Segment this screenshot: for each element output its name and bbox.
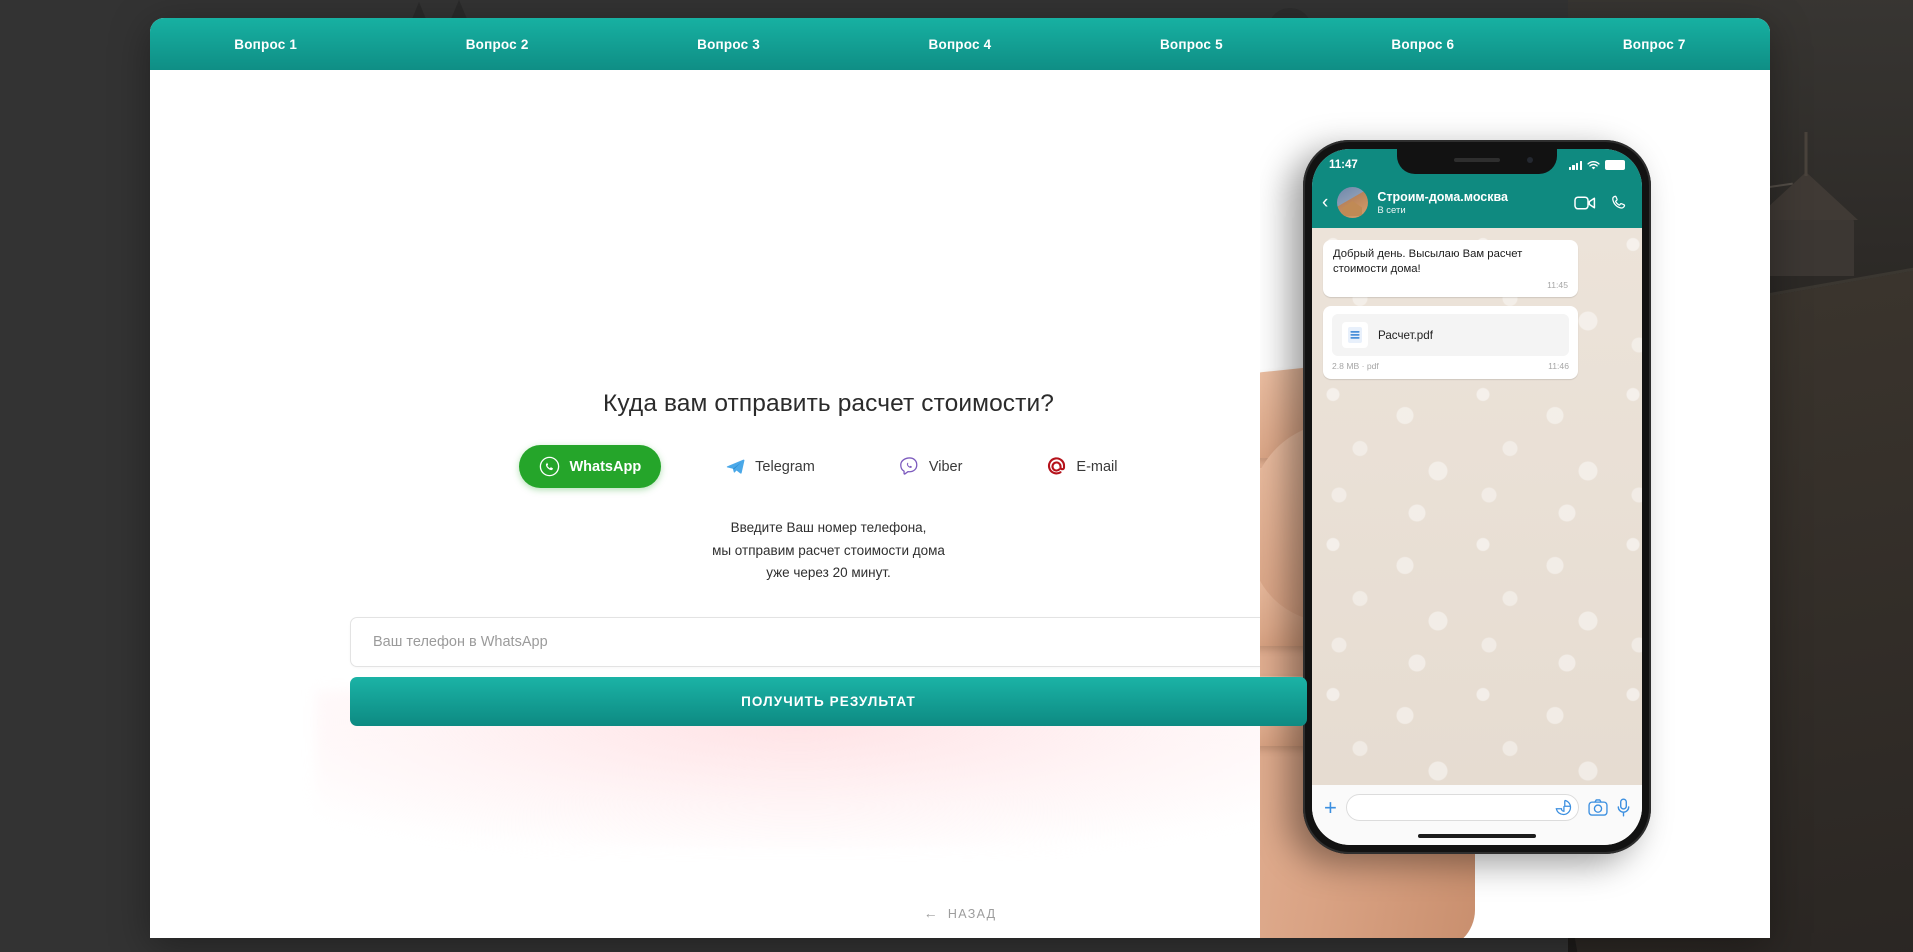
chat-contact-status: В сети: [1377, 204, 1406, 216]
phone-screen: 11:47 ‹ Строим-дома.москва В сети Добрый…: [1312, 149, 1642, 845]
messenger-label-telegram: Telegram: [755, 458, 815, 475]
phone-notch: [1397, 149, 1557, 174]
chat-message-text: Добрый день. Высылаю Вам расчет стоимост…: [1323, 240, 1578, 298]
messenger-label-whatsapp: WhatsApp: [569, 458, 642, 475]
battery-icon: [1605, 160, 1625, 170]
quiz-step-tab-7[interactable]: Вопрос 7: [1539, 37, 1770, 52]
form-helper-text: Введите Ваш номер телефона, мы отправим …: [350, 517, 1307, 585]
contact-form: Куда вам отправить расчет стоимости? Wha…: [350, 70, 1307, 727]
microphone-icon[interactable]: [1617, 798, 1630, 817]
earpiece-speaker: [1454, 158, 1500, 162]
messenger-option-viber[interactable]: Viber: [879, 445, 983, 488]
quiz-step-tab-1[interactable]: Вопрос 1: [150, 37, 381, 52]
turret-decoration: [1758, 218, 1854, 276]
email-icon: [1046, 456, 1067, 477]
form-helper-line-3: уже через 20 минут.: [766, 565, 891, 581]
quiz-step-tab-6[interactable]: Вопрос 6: [1307, 37, 1538, 52]
quiz-step-tab-4[interactable]: Вопрос 4: [844, 37, 1075, 52]
form-helper-line-1: Введите Ваш номер телефона,: [730, 520, 927, 535]
phone-mockup: 11:47 ‹ Строим-дома.москва В сети Добрый…: [1260, 70, 1770, 938]
chat-message-time: 11:46: [1548, 361, 1569, 372]
phone-input[interactable]: [350, 617, 1307, 668]
back-button-label: НАЗАД: [947, 907, 997, 921]
chat-contact-name: Строим-дома.москва: [1377, 189, 1508, 204]
messenger-selector: WhatsApp Telegram Viber E-mail: [350, 445, 1307, 488]
chat-actions: [1574, 194, 1628, 212]
status-bar-clock: 11:47: [1329, 159, 1358, 171]
avatar[interactable]: [1337, 187, 1369, 218]
messenger-label-email: E-mail: [1076, 458, 1118, 475]
chat-message-file[interactable]: Расчет.pdf 2.8 MB · pdf 11:46: [1323, 306, 1578, 380]
pdf-document-icon: [1342, 322, 1368, 349]
telegram-icon: [725, 456, 746, 477]
chevron-left-icon[interactable]: ‹: [1322, 193, 1328, 212]
messenger-option-whatsapp[interactable]: WhatsApp: [519, 445, 662, 488]
quiz-step-tab-5[interactable]: Вопрос 5: [1076, 37, 1307, 52]
whatsapp-icon: [539, 456, 560, 477]
chat-messages: Добрый день. Высылаю Вам расчет стоимост…: [1312, 228, 1642, 785]
signal-icon: [1568, 160, 1582, 170]
file-attachment[interactable]: Расчет.pdf: [1332, 314, 1569, 357]
plus-icon[interactable]: +: [1324, 796, 1337, 819]
quiz-step-tab-2[interactable]: Вопрос 2: [381, 37, 612, 52]
front-camera-icon: [1527, 157, 1533, 163]
file-size: 2.8 MB · pdf: [1332, 361, 1379, 372]
camera-icon[interactable]: [1588, 799, 1608, 816]
file-name: Расчет.pdf: [1378, 328, 1433, 342]
file-meta-row: 2.8 MB · pdf 11:46: [1332, 361, 1569, 373]
messenger-label-viber: Viber: [928, 458, 963, 475]
status-bar-indicators: [1568, 160, 1625, 171]
quiz-progress-header: Вопрос 1 Вопрос 2 Вопрос 3 Вопрос 4 Вопр…: [150, 18, 1770, 70]
sticker-icon[interactable]: [1555, 799, 1572, 816]
quiz-body: Куда вам отправить расчет стоимости? Wha…: [150, 70, 1770, 938]
quiz-step-tab-3[interactable]: Вопрос 3: [613, 37, 844, 52]
messenger-option-email[interactable]: E-mail: [1026, 445, 1137, 488]
submit-button[interactable]: ПОЛУЧИТЬ РЕЗУЛЬТАТ: [350, 677, 1307, 727]
home-indicator: [1312, 827, 1642, 845]
chat-message-time: 11:45: [1547, 279, 1568, 290]
chat-message-input[interactable]: [1345, 794, 1579, 821]
messenger-option-telegram[interactable]: Telegram: [705, 445, 835, 488]
chat-header: ‹ Строим-дома.москва В сети: [1312, 181, 1642, 228]
chat-input-bar: +: [1312, 785, 1642, 827]
video-camera-icon[interactable]: [1574, 195, 1596, 211]
quiz-card: Вопрос 1 Вопрос 2 Вопрос 3 Вопрос 4 Вопр…: [150, 18, 1770, 938]
phone-icon[interactable]: [1610, 194, 1628, 212]
chat-contact: Строим-дома.москва В сети: [1377, 190, 1565, 216]
viber-icon: [899, 456, 920, 477]
form-helper-line-2: мы отправим расчет стоимости дома: [712, 542, 945, 558]
phone-frame: 11:47 ‹ Строим-дома.москва В сети Добрый…: [1303, 140, 1651, 854]
page-title: Куда вам отправить расчет стоимости?: [603, 390, 1054, 417]
arrow-left-icon: ←: [923, 905, 939, 921]
wifi-icon: [1587, 160, 1600, 169]
chat-message-body: Добрый день. Высылаю Вам расчет стоимост…: [1333, 248, 1523, 276]
